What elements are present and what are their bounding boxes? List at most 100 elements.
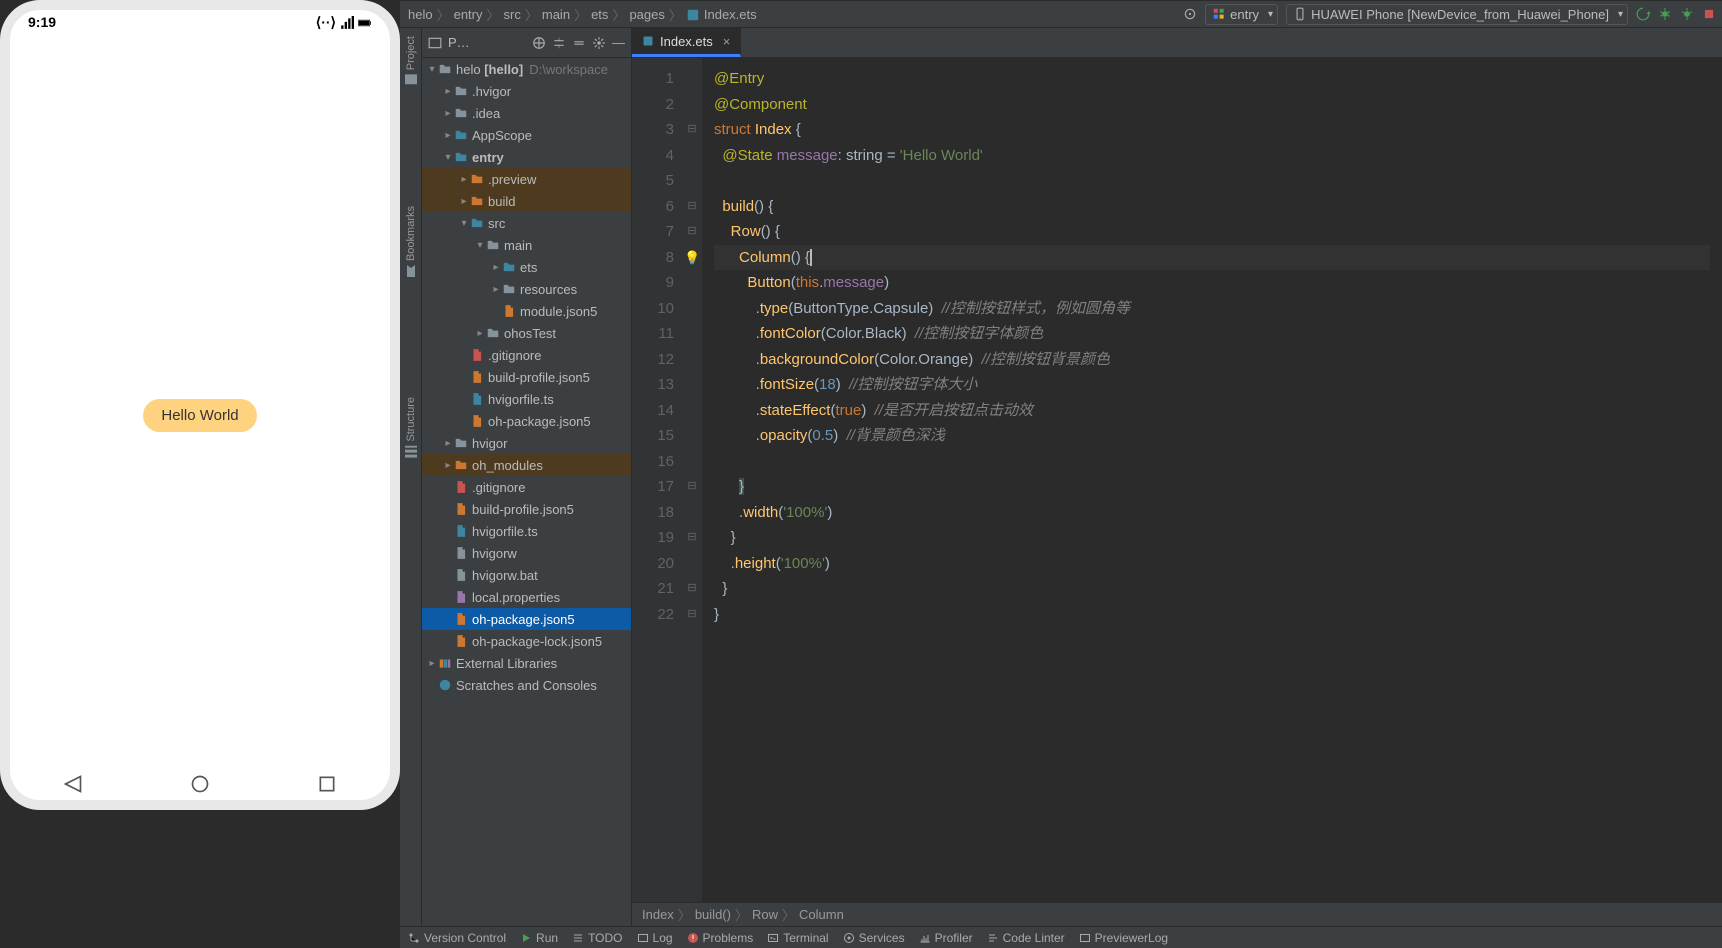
structure-tool-tab[interactable]: Structure [405,397,417,458]
debug2-icon[interactable] [1680,7,1694,21]
sync-icon[interactable] [1636,7,1650,21]
tree-root[interactable]: ▾helo [hello]D:\workspace [422,58,631,80]
close-icon[interactable]: × [723,34,731,49]
tree-item[interactable]: ▸ohosTest [422,322,631,344]
bookmarks-tool-tab[interactable]: Bookmarks [405,206,417,277]
tree-item[interactable]: ▸ets [422,256,631,278]
tree-item[interactable]: ▾src [422,212,631,234]
run-icon [520,932,532,944]
editor-tabs: Index.ets × [632,28,1722,58]
tree-item[interactable]: build-profile.json5 [422,498,631,520]
editor-breadcrumb[interactable]: Index〉build()〉Row〉Column [632,902,1722,926]
tree-item[interactable]: ▸build [422,190,631,212]
tree-item[interactable]: local.properties [422,586,631,608]
settings-icon[interactable] [592,36,606,50]
project-tree-pane: P… — ▾helo [hello]D:\workspace▸.hvigor▸.… [422,28,632,926]
tree-item[interactable]: ▸.hvigor [422,80,631,102]
device-label: HUAWEI Phone [NewDevice_from_Huawei_Phon… [1311,7,1609,22]
tree-item[interactable]: ▸oh_modules [422,454,631,476]
device-select[interactable]: HUAWEI Phone [NewDevice_from_Huawei_Phon… [1286,4,1628,25]
todo-icon [572,932,584,944]
project-view-icon[interactable] [428,36,442,50]
log-tab[interactable]: Log [637,931,673,945]
tree-item[interactable]: oh-package.json5 [422,608,631,630]
nav-home-icon[interactable] [190,774,210,794]
device-icon [1293,7,1307,21]
terminal-tab[interactable]: Terminal [767,931,828,945]
run-tab[interactable]: Run [520,931,558,945]
tree-item[interactable]: .gitignore [422,476,631,498]
tree-item[interactable]: ▸.idea [422,102,631,124]
tree-item[interactable]: ▸AppScope [422,124,631,146]
code-linter-tab[interactable]: Code Linter [987,931,1065,945]
code-editor[interactable]: 12345678910111213141516171819202122 ⊟⊟⊟💡… [632,58,1722,902]
battery-icon [358,16,372,30]
external-libraries[interactable]: ▸External Libraries [422,652,631,674]
project-tool-tab[interactable]: Project [405,36,417,86]
tree-item[interactable]: build-profile.json5 [422,366,631,388]
todo-tab[interactable]: TODO [572,931,622,945]
preview-log-icon [1079,932,1091,944]
tree-item[interactable]: module.json5 [422,300,631,322]
tree-item[interactable]: hvigorw [422,542,631,564]
nav-back-icon[interactable] [63,774,83,794]
project-label: P… [448,35,470,50]
collapse-icon[interactable] [572,36,586,50]
tree-item[interactable]: ▾entry [422,146,631,168]
target-icon[interactable] [1183,7,1197,21]
folder-icon [405,74,417,86]
code-area[interactable]: @Entry@Componentstruct Index { @State me… [702,58,1722,902]
stop-icon[interactable] [1702,7,1716,21]
tree-item[interactable]: ▸resources [422,278,631,300]
phone-time: 9:19 [28,14,56,31]
tree-item[interactable]: ▾main [422,234,631,256]
ide-window: helo〉entry〉src〉main〉ets〉pages〉 Index.ets… [400,0,1722,948]
phone-emulator: 9:19 ⟨··⟩ Hello World [0,0,400,810]
profiler-tab[interactable]: Profiler [919,931,973,945]
linter-icon [987,932,999,944]
tree-item[interactable]: oh-package-lock.json5 [422,630,631,652]
line-gutter: 12345678910111213141516171819202122 [632,58,682,902]
tree-item[interactable]: ▸.preview [422,168,631,190]
version-control-tab[interactable]: Version Control [408,931,506,945]
problems-tab[interactable]: Problems [687,931,754,945]
problems-icon [687,932,699,944]
terminal-icon [767,932,779,944]
bottom-toolbar: Version Control Run TODO Log Problems Te… [400,926,1722,948]
structure-icon [405,446,417,458]
tree-item[interactable]: hvigorw.bat [422,564,631,586]
signal-icon [340,16,354,30]
config-icon [1212,7,1226,21]
hello-world-button[interactable]: Hello World [143,399,256,432]
minimize-icon[interactable]: — [612,35,625,50]
services-icon [843,932,855,944]
editor-pane: Index.ets × 1234567891011121314151617181… [632,28,1722,926]
tree-item[interactable]: oh-package.json5 [422,410,631,432]
phone-content: Hello World [10,35,390,795]
tree-item[interactable]: ▸hvigor [422,432,631,454]
expand-icon[interactable] [552,36,566,50]
tab-label: Index.ets [660,34,713,49]
vcs-icon [408,932,420,944]
run-config-select[interactable]: entry [1205,4,1278,25]
network-icon: ⟨··⟩ [316,14,336,31]
tree-item[interactable]: hvigorfile.ts [422,520,631,542]
profiler-icon [919,932,931,944]
bookmark-icon [405,265,417,277]
services-tab[interactable]: Services [843,931,905,945]
tree-item[interactable]: .gitignore [422,344,631,366]
tree-item[interactable]: hvigorfile.ts [422,388,631,410]
locate-icon[interactable] [532,36,546,50]
tab-index-ets[interactable]: Index.ets × [632,28,741,57]
phone-status-icons: ⟨··⟩ [316,14,372,31]
log-icon [637,932,649,944]
nav-recent-icon[interactable] [317,774,337,794]
phone-nav-bar [10,774,390,794]
path-breadcrumb[interactable]: helo〉entry〉src〉main〉ets〉pages〉 Index.ets [406,5,1179,24]
previewer-log-tab[interactable]: PreviewerLog [1079,931,1168,945]
project-tree[interactable]: ▾helo [hello]D:\workspace▸.hvigor▸.idea▸… [422,58,631,926]
top-toolbar: helo〉entry〉src〉main〉ets〉pages〉 Index.ets… [400,0,1722,28]
scratches[interactable]: Scratches and Consoles [422,674,631,696]
debug-icon[interactable] [1658,7,1672,21]
fold-column[interactable]: ⊟⊟⊟💡⊟⊟⊟⊟⊟ [682,58,702,902]
